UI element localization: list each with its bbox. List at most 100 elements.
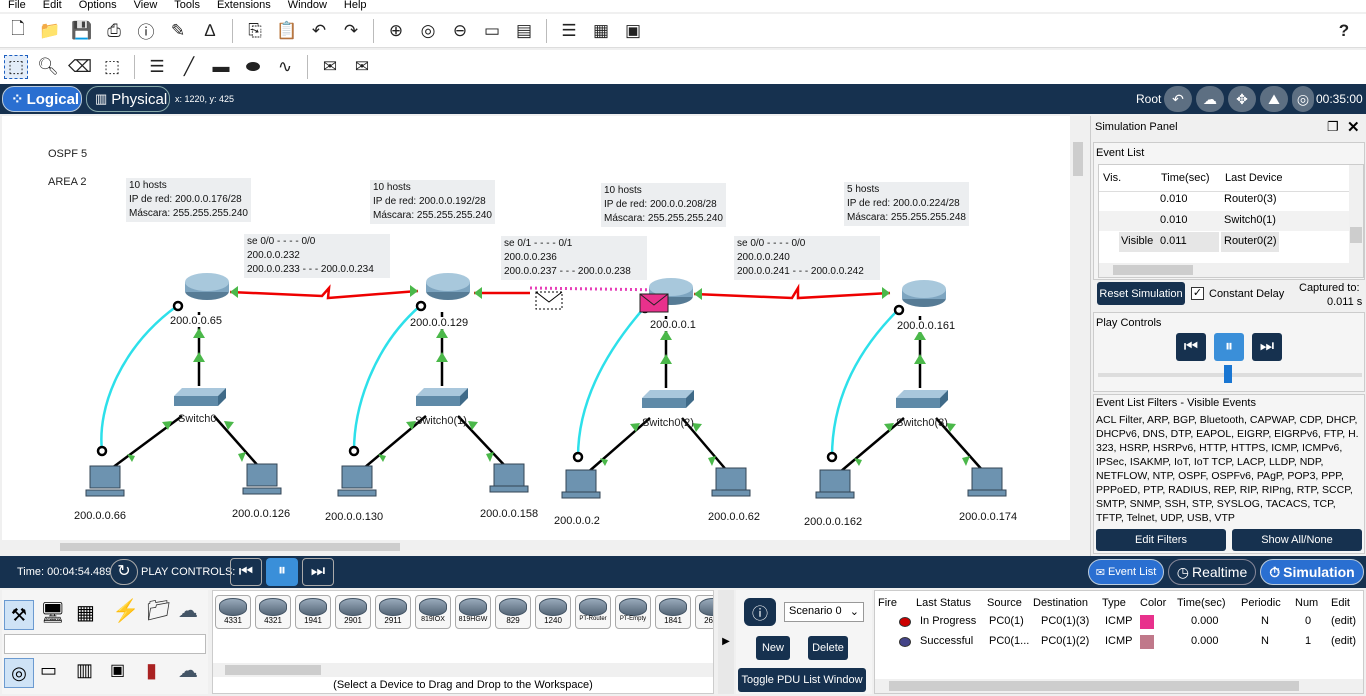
image-icon[interactable]: ▣ [621, 19, 645, 43]
fire-icon[interactable] [899, 637, 911, 647]
event-time[interactable]: 0.010 [1160, 193, 1188, 205]
paste-icon[interactable]: 📋 [275, 19, 299, 43]
connections-icon[interactable]: ⚡ [112, 598, 139, 624]
reset-time-icon[interactable]: ↻ [110, 559, 138, 585]
redo-icon[interactable]: ↷ [339, 19, 363, 43]
device-2911[interactable]: 2911 [375, 595, 411, 629]
panel-splitter-arrow[interactable]: ▶ [718, 590, 734, 694]
switch-icon[interactable] [896, 390, 948, 408]
select-icon[interactable]: ⬚ [4, 55, 28, 79]
resize-icon[interactable]: ⬚ [100, 55, 124, 79]
wan-emulation-icon[interactable]: ☁ [178, 658, 198, 683]
envelope-icon[interactable] [639, 293, 669, 313]
pc-icon[interactable] [85, 465, 125, 497]
globe-icon[interactable]: ◎ [1292, 86, 1314, 112]
menu-file[interactable]: File [0, 0, 35, 12]
menu-options[interactable]: Options [71, 0, 126, 12]
event-vscroll[interactable] [1349, 165, 1363, 263]
edit-filters-button[interactable]: Edit Filters [1096, 529, 1226, 551]
pdu-edit-link[interactable]: (edit) [1331, 635, 1356, 647]
menu-tools[interactable]: Tools [166, 0, 209, 12]
workspace-horizontal-scrollbar[interactable] [0, 540, 1070, 554]
device-2901[interactable]: 2901 [335, 595, 371, 629]
event-hscroll[interactable] [1099, 263, 1363, 277]
pause-button[interactable]: ⏸ [1214, 333, 1244, 361]
new-scenario-button[interactable]: New [756, 636, 790, 660]
notes-icon[interactable]: ☰ [557, 19, 581, 43]
delete-scenario-button[interactable]: Delete [808, 636, 848, 660]
print-icon[interactable]: ⎙ [102, 19, 126, 43]
workspace-vertical-scrollbar[interactable] [1070, 116, 1086, 540]
info-icon[interactable]: ⓘ [134, 19, 158, 43]
device-829[interactable]: 829 [495, 595, 531, 629]
pc-icon[interactable] [242, 463, 282, 495]
envelope-icon[interactable] [535, 291, 563, 310]
device-1240[interactable]: 1240 [535, 595, 571, 629]
step-forward-button[interactable]: ⏭ [302, 558, 334, 586]
pc-icon[interactable] [815, 469, 855, 499]
hubs-category-icon[interactable]: ▥ [76, 660, 93, 681]
logical-workspace[interactable]: OSPF 5 AREA 2 10 hosts IP de red: 200.0.0… [2, 116, 1070, 540]
toggle-pdu-list-button[interactable]: Toggle PDU List Window [738, 668, 866, 692]
event-table[interactable]: Vis. Time(sec) Last Device 0.010 Router0… [1098, 164, 1364, 278]
wireless-category-icon[interactable]: ▣ [110, 660, 125, 680]
menu-window[interactable]: Window [280, 0, 336, 12]
tab-logical[interactable]: ⁘ Logical [2, 86, 82, 112]
device-2620[interactable]: 2620 [695, 595, 713, 629]
switch-icon[interactable] [642, 390, 694, 408]
pc-icon[interactable] [967, 467, 1007, 497]
device-pt-empty[interactable]: PT-Empty [615, 595, 651, 629]
end-devices-icon[interactable]: 🖥︎ [40, 600, 65, 625]
fire-icon[interactable] [899, 617, 911, 627]
menu-help[interactable]: Help [336, 0, 376, 12]
event-device[interactable]: Router0(2) [1224, 235, 1277, 247]
device-list-scrollbar[interactable] [213, 663, 713, 677]
line-icon[interactable]: ╱ [177, 55, 201, 79]
event-list-toggle[interactable]: ✉ Event List [1088, 559, 1164, 585]
help-icon[interactable]: ? [1332, 19, 1356, 43]
new-file-icon[interactable]: 🗋 [6, 19, 30, 43]
security-category-icon[interactable]: ▮ [146, 658, 157, 683]
menu-edit[interactable]: Edit [35, 0, 71, 12]
components-icon[interactable]: ▦ [76, 600, 95, 625]
device-819iox[interactable]: 819IOX [415, 595, 451, 629]
tab-physical[interactable]: ▥ Physical [86, 86, 170, 112]
simple-pdu-icon[interactable]: ✉ [318, 55, 342, 79]
device-819hgw[interactable]: 819HGW [455, 595, 491, 629]
zoom-in-icon[interactable]: ⊕ [384, 19, 408, 43]
router-icon[interactable] [426, 273, 470, 300]
restore-icon[interactable]: ❐ [1327, 119, 1339, 135]
switch-icon[interactable] [174, 388, 226, 406]
device-pt-router[interactable]: PT-Router [575, 595, 611, 629]
pdu-list-scrollbar[interactable] [875, 679, 1363, 693]
step-back-button[interactable]: ⏮ [230, 558, 262, 586]
rectangle-icon[interactable]: ▬ [209, 55, 233, 79]
pause-button[interactable]: ⏸ [266, 558, 298, 586]
zoom-reset-icon[interactable]: ◎ [416, 19, 440, 43]
move-icon[interactable]: ✥ [1228, 86, 1256, 112]
realtime-mode-button[interactable]: ◷ Realtime [1168, 559, 1256, 585]
routers-category-icon[interactable]: ◎ [4, 658, 34, 688]
info-icon[interactable]: ⓘ [744, 598, 776, 626]
pt-icon[interactable]: ∆ [198, 19, 222, 43]
simulation-mode-button[interactable]: ⏱ Simulation [1260, 559, 1364, 585]
device-1841[interactable]: 1841 [655, 595, 691, 629]
ellipse-icon[interactable]: ⬬ [241, 55, 265, 79]
background-image-icon[interactable]: ⛰ [1260, 86, 1288, 112]
custom-device-icon[interactable]: ▤ [512, 19, 536, 43]
pc-icon[interactable] [489, 463, 529, 493]
cloud-icon[interactable]: ☁ [1196, 86, 1224, 112]
show-all-none-button[interactable]: Show All/None [1232, 529, 1362, 551]
menu-extensions[interactable]: Extensions [209, 0, 280, 12]
delete-icon[interactable]: ⌫ [68, 55, 92, 79]
switches-category-icon[interactable]: ▭ [40, 660, 57, 681]
router-icon[interactable] [902, 280, 946, 307]
pc-icon[interactable] [561, 469, 601, 499]
device-4331[interactable]: 4331 [215, 595, 251, 629]
switch-icon[interactable] [416, 388, 468, 406]
device-4321[interactable]: 4321 [255, 595, 291, 629]
device-search-field[interactable] [4, 634, 206, 654]
event-time[interactable]: 0.011 [1160, 235, 1187, 247]
pc-icon[interactable] [711, 467, 751, 497]
zoom-out-icon[interactable]: ⊖ [448, 19, 472, 43]
